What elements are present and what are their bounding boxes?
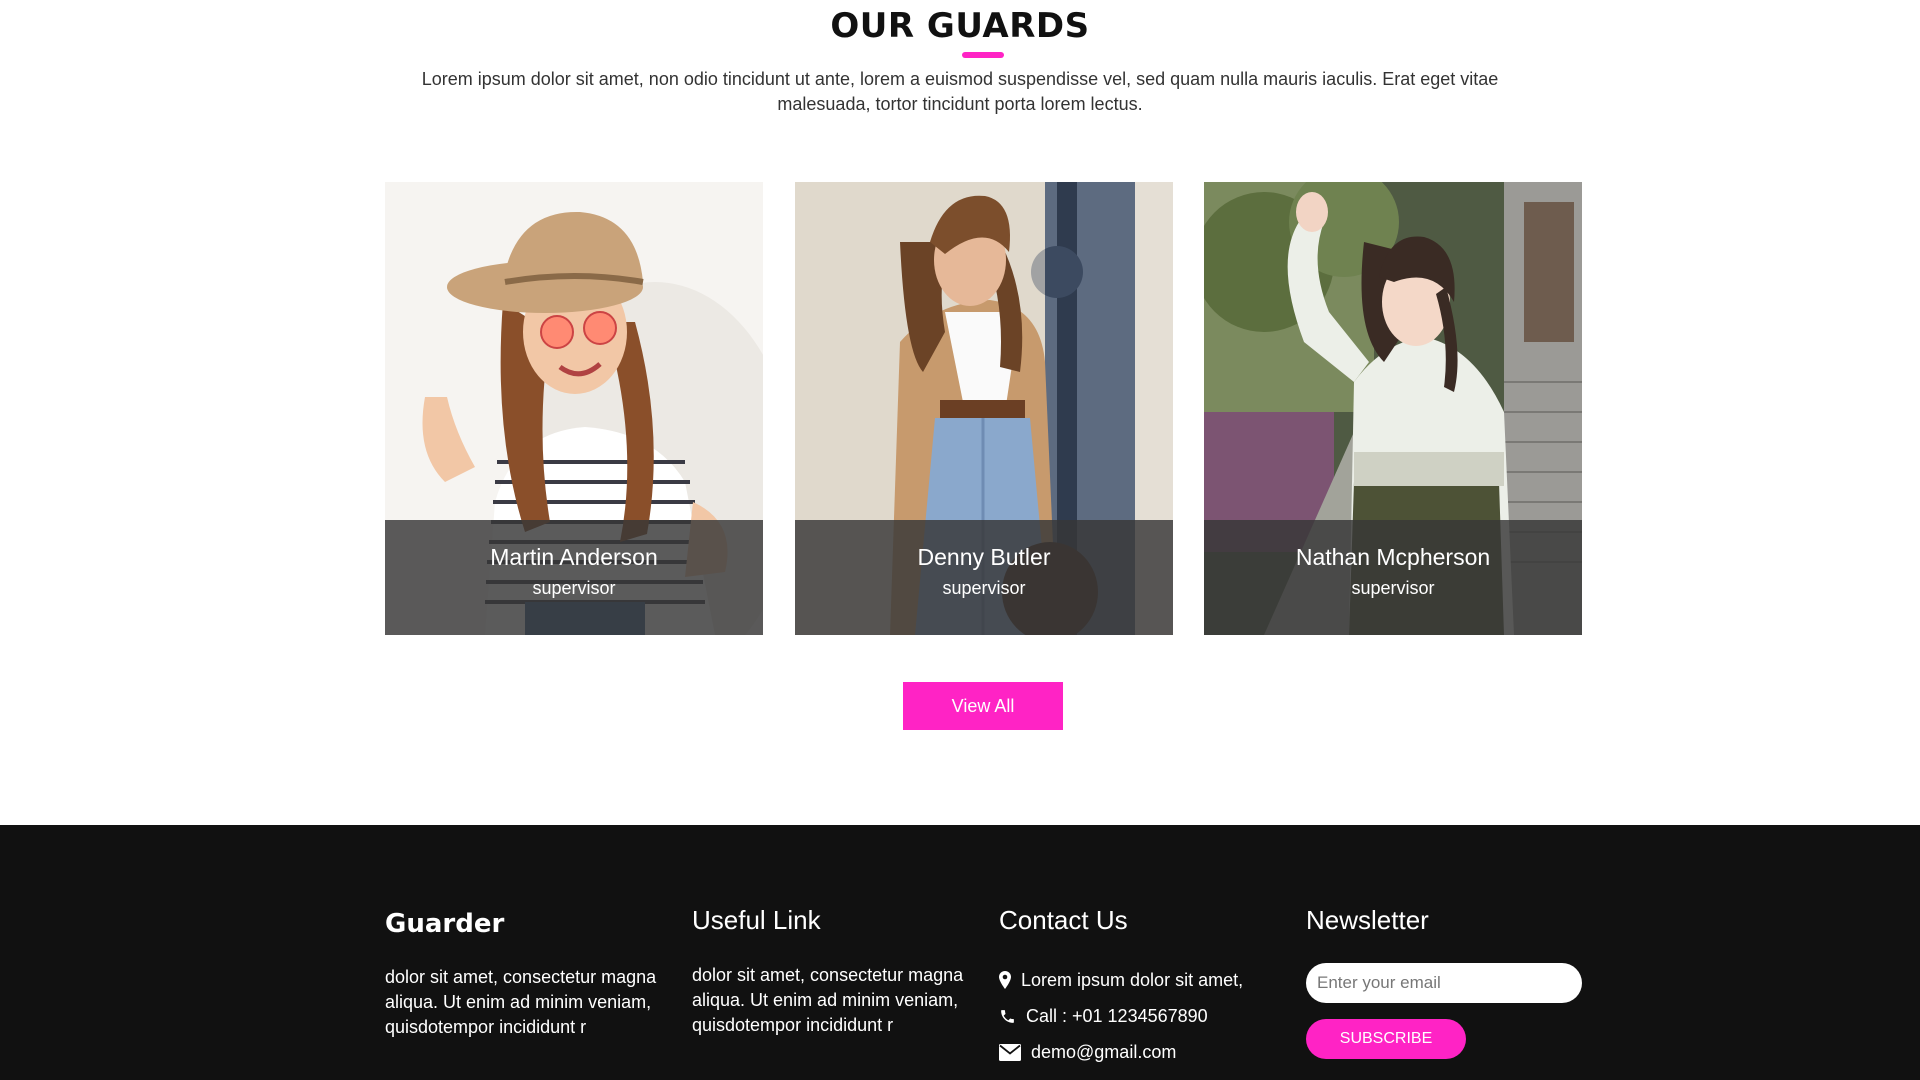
footer-contact-heading: Contact Us (999, 905, 1128, 935)
guard-caption: Denny Butler supervisor (795, 520, 1173, 635)
guards-section: OUR GUARDS Lorem ipsum dolor sit amet, n… (0, 0, 1920, 825)
footer-links-text: dolor sit amet, consectetur magna aliqua… (692, 965, 964, 1035)
title-underline (962, 52, 1004, 58)
guard-cards: Martin Anderson supervisor Denny Butler … (385, 182, 1582, 635)
footer-brand: Guarder (385, 909, 505, 939)
guard-role: supervisor (942, 578, 1026, 598)
footer-brand-text: dolor sit amet, consectetur magna aliqua… (385, 967, 657, 1037)
newsletter-email-input[interactable] (1306, 963, 1582, 1003)
section-title: OUR GUARDS (830, 6, 1090, 46)
footer-brand-column: Guarder dolor sit amet, consectetur magn… (385, 905, 665, 1040)
envelope-icon (999, 1043, 1021, 1061)
contact-address: Lorem ipsum dolor sit amet, (1021, 969, 1244, 990)
subscribe-button[interactable]: SUBSCRIBE (1306, 1019, 1466, 1059)
footer-newsletter-column: Newsletter SUBSCRIBE (1306, 905, 1582, 1059)
guard-role: supervisor (1351, 578, 1435, 598)
footer-newsletter-heading: Newsletter (1306, 905, 1429, 935)
view-all-button[interactable]: View All (903, 682, 1063, 730)
map-pin-icon (999, 971, 1011, 989)
guard-caption: Martin Anderson supervisor (385, 520, 763, 635)
guard-card[interactable]: Martin Anderson supervisor (385, 182, 763, 635)
phone-icon (1001, 1009, 1014, 1023)
section-intro: Lorem ipsum dolor sit amet, non odio tin… (421, 69, 1499, 114)
guard-name: Nathan Mcpherson (1295, 544, 1491, 570)
guard-name: Denny Butler (917, 544, 1051, 570)
footer-links-heading: Useful Link (692, 905, 821, 935)
guard-name: Martin Anderson (490, 544, 658, 570)
footer-links-column: Useful Link dolor sit amet, consectetur … (692, 905, 972, 1038)
site-footer: Guarder dolor sit amet, consectetur magn… (0, 825, 1920, 1080)
guard-card[interactable]: Denny Butler supervisor (795, 182, 1173, 635)
footer-contact-column: Contact Us Lorem ipsum dolor sit amet, C… (999, 905, 1279, 1070)
contact-item-phone: Call : +01 1234567890 (999, 998, 1279, 1034)
guard-role: supervisor (532, 578, 616, 598)
guard-caption: Nathan Mcpherson supervisor (1204, 520, 1582, 635)
contact-list: Lorem ipsum dolor sit amet, Call : +01 1… (999, 962, 1279, 1070)
contact-item-address: Lorem ipsum dolor sit amet, (999, 962, 1279, 998)
guard-card[interactable]: Nathan Mcpherson supervisor (1204, 182, 1582, 635)
contact-item-email: demo@gmail.com (999, 1034, 1279, 1070)
contact-email[interactable]: demo@gmail.com (1031, 1042, 1176, 1063)
contact-phone[interactable]: Call : +01 1234567890 (1026, 1006, 1208, 1027)
